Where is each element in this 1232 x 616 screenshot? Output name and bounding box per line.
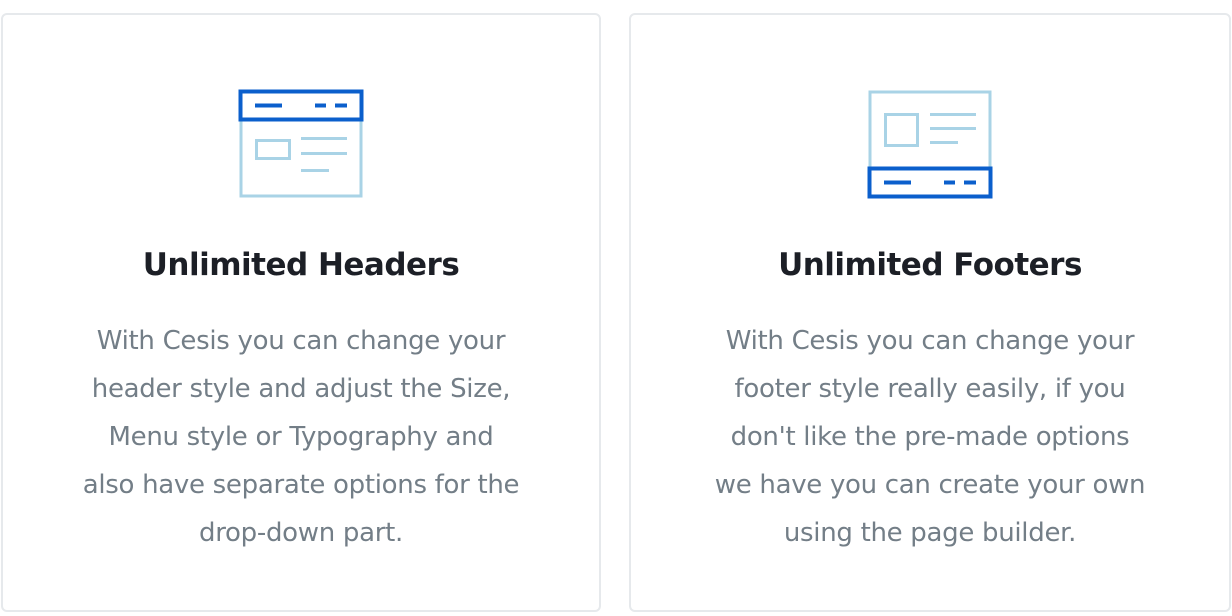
description-line: header style and adjust the Size, <box>91 374 511 404</box>
feature-description: With Cesis you can change your header st… <box>51 317 551 557</box>
feature-title: Unlimited Footers <box>778 247 1082 283</box>
footer-layout-icon <box>867 90 993 199</box>
header-layout-icon <box>238 89 364 198</box>
description-line: With Cesis you can change your <box>96 326 506 356</box>
description-line: don't like the pre-made options <box>730 422 1130 452</box>
description-line: using the page builder. <box>783 518 1077 548</box>
feature-title: Unlimited Headers <box>142 247 460 283</box>
feature-description: With Cesis you can change your footer st… <box>680 317 1180 557</box>
description-line: also have separate options for the <box>82 470 520 500</box>
description-line: footer style really easily, if you <box>734 374 1126 404</box>
feature-card-footers: Unlimited Footers With Cesis you can cha… <box>629 13 1231 612</box>
description-line: With Cesis you can change your <box>725 326 1135 356</box>
features-section: Unlimited Headers With Cesis you can cha… <box>0 0 1232 616</box>
description-line: drop-down part. <box>199 518 403 548</box>
feature-card-headers: Unlimited Headers With Cesis you can cha… <box>1 13 601 612</box>
description-line: Menu style or Typography and <box>108 422 494 452</box>
description-line: we have you can create your own <box>714 470 1146 500</box>
